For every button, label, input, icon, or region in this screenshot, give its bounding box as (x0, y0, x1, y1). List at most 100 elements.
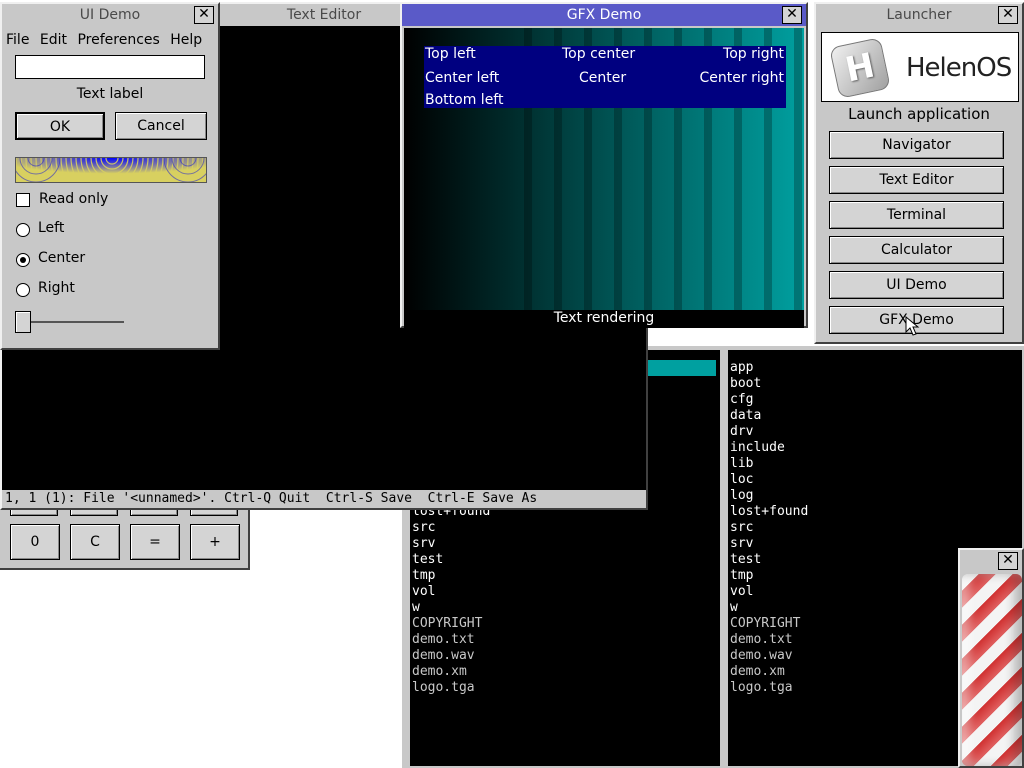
ok-button[interactable]: OK (15, 112, 105, 140)
gfx-caption-bar: Text rendering (404, 310, 804, 328)
barber-pole-window: ✕ (958, 548, 1024, 768)
read-only-checkbox[interactable] (16, 193, 30, 207)
text-editor-status-text: 1, 1 (1): File '<unnamed>'. Ctrl-Q Quit … (5, 491, 538, 506)
list-item[interactable]: demo.xm (412, 664, 490, 680)
read-only-label: Read only (39, 191, 109, 207)
list-item[interactable]: lost+found (730, 504, 808, 520)
slider-track[interactable] (16, 321, 124, 323)
calculator-key-plus[interactable]: + (190, 524, 240, 560)
list-item[interactable]: vol (730, 584, 808, 600)
radio-right-label: Right (38, 280, 75, 296)
ui-demo-titlebar[interactable]: UI Demo ✕ (2, 4, 218, 26)
list-item[interactable]: demo.txt (412, 632, 490, 648)
radio-center[interactable] (16, 253, 30, 267)
list-item[interactable]: test (412, 552, 490, 568)
gfx-demo-titlebar[interactable]: GFX Demo ✕ (402, 4, 806, 26)
radio-center-label: Center (38, 250, 86, 266)
radio-left-label: Left (38, 220, 65, 236)
text-editor-status-bar: 1, 1 (1): File '<unnamed>'. Ctrl-Q Quit … (2, 490, 646, 508)
list-item[interactable]: drv (730, 424, 808, 440)
list-item[interactable]: w (730, 600, 808, 616)
navigator-right-list[interactable]: app boot cfg data drv include lib loc log lost+fo… (730, 360, 808, 696)
launcher-close-button[interactable]: ✕ (998, 6, 1018, 24)
list-item[interactable]: tmp (412, 568, 490, 584)
helenos-logo-mark: H (829, 37, 891, 99)
ui-demo-menubar: File Edit Preferences Help (6, 32, 202, 48)
close-icon: ✕ (1002, 6, 1014, 22)
gfx-demo-canvas: Top left Top center Top right Center lef… (404, 28, 804, 310)
navigator-left-list[interactable]: lost+found src srv test tmp vol w COPYRIGHT demo… (412, 504, 490, 696)
list-item[interactable]: data (730, 408, 808, 424)
calculator-key-equals[interactable]: = (130, 524, 180, 560)
text-editor-title: Text Editor (286, 7, 362, 23)
menu-preferences[interactable]: Preferences (77, 32, 159, 48)
list-item[interactable]: demo.wav (412, 648, 490, 664)
cancel-button[interactable]: Cancel (115, 112, 207, 140)
gfx-label-top-right: Top right (723, 46, 784, 62)
gfx-label-bottom-left: Bottom left (425, 92, 504, 108)
gfx-label-top-center: Top center (562, 46, 636, 62)
ui-demo-image (15, 157, 207, 183)
gfx-demo-close-button[interactable]: ✕ (782, 6, 802, 24)
calculator-window: 0 C = + (0, 500, 250, 570)
ui-demo-window: UI Demo ✕ File Edit Preferences Help Tex… (0, 2, 220, 350)
list-item[interactable]: logo.tga (730, 680, 808, 696)
launcher-title: Launcher (886, 7, 952, 23)
list-item[interactable]: COPYRIGHT (412, 616, 490, 632)
list-item[interactable]: COPYRIGHT (730, 616, 808, 632)
list-item[interactable]: demo.xm (730, 664, 808, 680)
list-item[interactable]: tmp (730, 568, 808, 584)
list-item[interactable]: srv (412, 536, 490, 552)
launch-ui-demo-button[interactable]: UI Demo (829, 271, 1004, 299)
list-item[interactable]: demo.txt (730, 632, 808, 648)
list-item[interactable]: log (730, 488, 808, 504)
list-item[interactable]: lib (730, 456, 808, 472)
launch-text-editor-button[interactable]: Text Editor (829, 166, 1004, 194)
ui-demo-text-label: Text label (76, 86, 144, 102)
ui-demo-text-entry[interactable] (15, 55, 205, 79)
list-item[interactable]: app (730, 360, 808, 376)
list-item[interactable]: test (730, 552, 808, 568)
interference-pattern-image (16, 158, 206, 182)
launch-terminal-button[interactable]: Terminal (829, 201, 1004, 229)
list-item[interactable]: src (412, 520, 490, 536)
gfx-caption: Text rendering (553, 310, 655, 326)
launcher-window: Launcher ✕ H HelenOS Launch application … (814, 2, 1024, 344)
list-item[interactable]: w (412, 600, 490, 616)
gfx-label-center-left: Center left (425, 70, 500, 86)
launch-navigator-button[interactable]: Navigator (829, 131, 1004, 159)
launch-calculator-button[interactable]: Calculator (829, 236, 1004, 264)
menu-edit[interactable]: Edit (40, 32, 67, 48)
menu-file[interactable]: File (6, 32, 29, 48)
list-item[interactable]: cfg (730, 392, 808, 408)
list-item[interactable]: src (730, 520, 808, 536)
barber-pole-close-button[interactable]: ✕ (998, 552, 1018, 570)
radio-center-dot (20, 257, 26, 263)
list-item[interactable]: demo.wav (730, 648, 808, 664)
gfx-demo-title: GFX Demo (566, 7, 642, 23)
navigator-left-selection[interactable] (648, 360, 716, 376)
list-item[interactable]: srv (730, 536, 808, 552)
slider-handle[interactable] (15, 311, 31, 333)
list-item[interactable]: include (730, 440, 808, 456)
close-icon: ✕ (198, 6, 210, 22)
list-item[interactable]: vol (412, 584, 490, 600)
calculator-key-clear[interactable]: C (70, 524, 120, 560)
calculator-key-0[interactable]: 0 (10, 524, 60, 560)
helenos-logo-text: HelenOS (906, 53, 1012, 83)
radio-right[interactable] (16, 283, 30, 297)
radio-left[interactable] (16, 223, 30, 237)
list-item[interactable]: loc (730, 472, 808, 488)
gfx-label-top-left: Top left (425, 46, 476, 62)
list-item[interactable]: logo.tga (412, 680, 490, 696)
close-icon: ✕ (1002, 552, 1014, 568)
launch-heading: Launch application (848, 105, 990, 123)
close-icon: ✕ (786, 6, 798, 22)
launcher-titlebar[interactable]: Launcher ✕ (816, 4, 1022, 26)
menu-help[interactable]: Help (170, 32, 202, 48)
ui-demo-close-button[interactable]: ✕ (194, 6, 214, 24)
list-item[interactable]: boot (730, 376, 808, 392)
barber-pole-image (962, 574, 1022, 766)
ui-demo-title: UI Demo (79, 7, 141, 23)
gfx-demo-window: GFX Demo ✕ Top left Top center Top right… (400, 2, 808, 328)
